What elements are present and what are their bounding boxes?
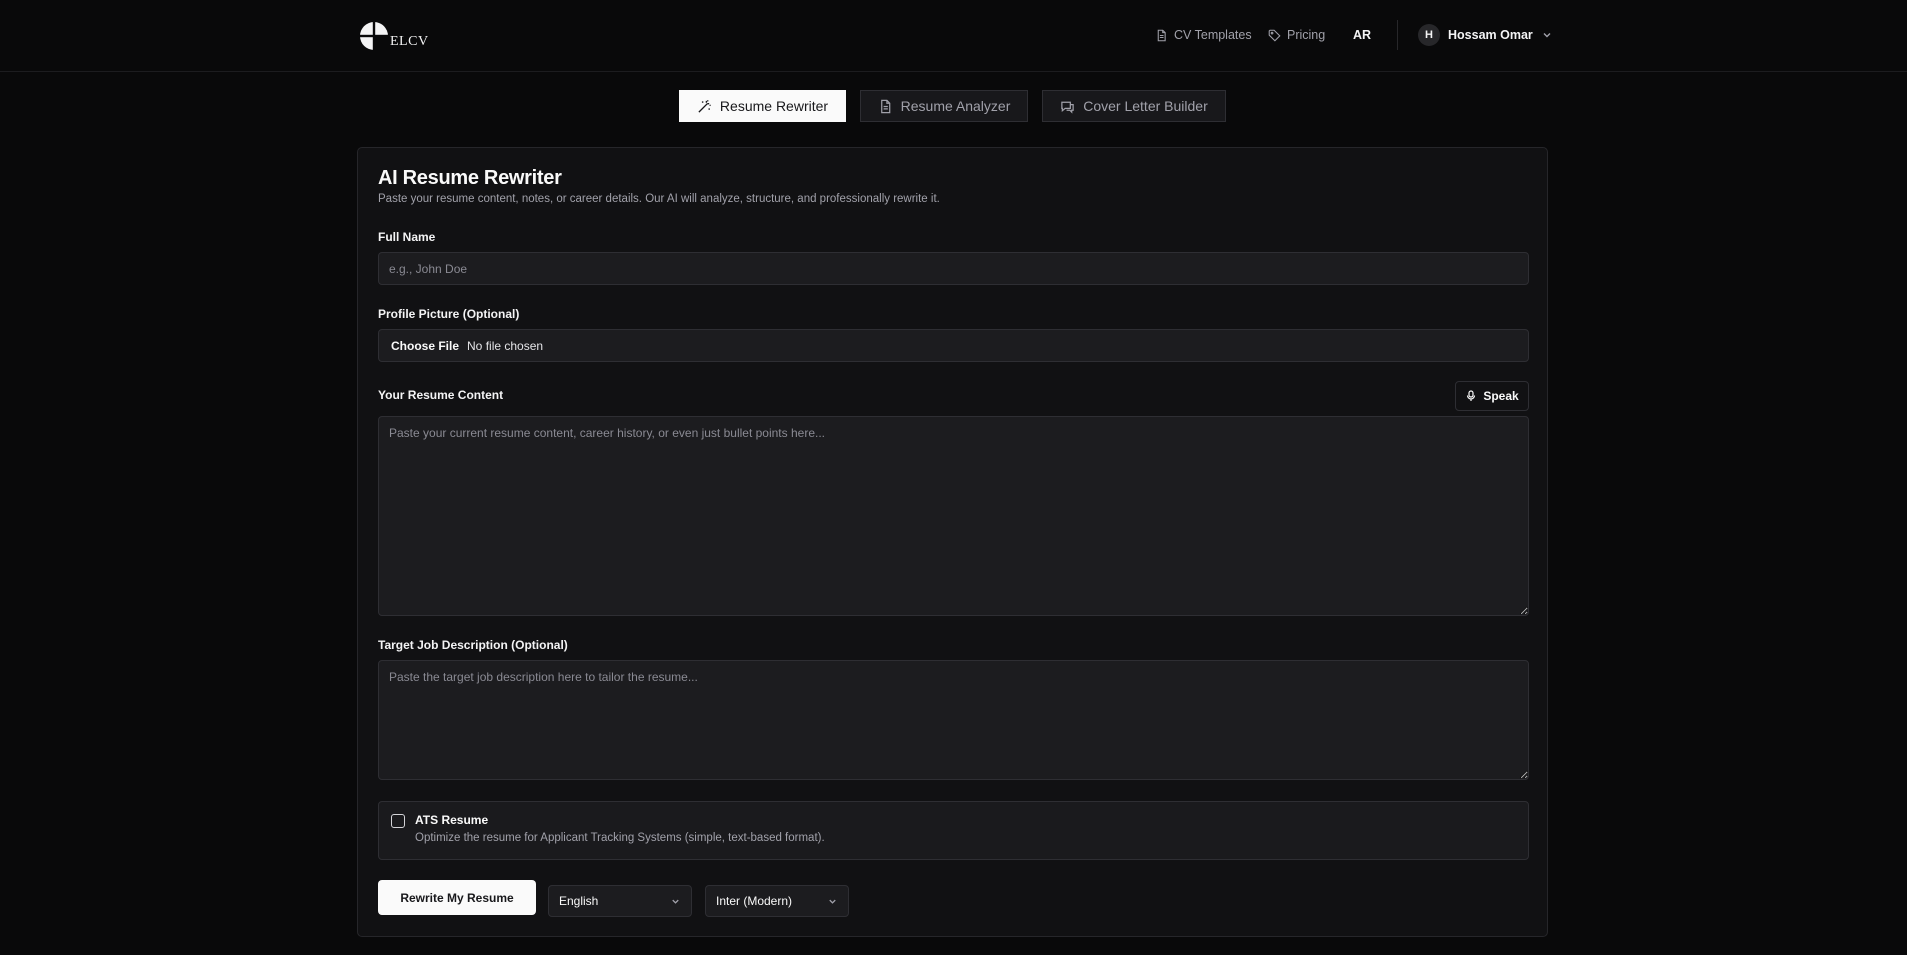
logo-text: ELCV bbox=[390, 34, 429, 49]
nav-pricing-label: Pricing bbox=[1287, 28, 1326, 42]
user-name: Hossam Omar bbox=[1448, 28, 1533, 42]
wand-icon bbox=[698, 99, 711, 113]
nav-divider bbox=[1397, 20, 1398, 50]
job-description-textarea[interactable] bbox=[378, 660, 1529, 780]
nav-cv-templates[interactable]: CV Templates bbox=[1155, 24, 1252, 46]
ats-description: Optimize the resume for Applicant Tracki… bbox=[415, 832, 825, 844]
tab-resume-analyzer[interactable]: Resume Analyzer bbox=[860, 90, 1028, 122]
page-subtitle: Paste your resume content, notes, or car… bbox=[378, 193, 940, 205]
tab-resume-analyzer-label: Resume Analyzer bbox=[900, 98, 1011, 114]
rewrite-resume-button[interactable]: Rewrite My Resume bbox=[378, 880, 536, 915]
font-select[interactable]: Inter (Modern) bbox=[705, 885, 849, 917]
document-icon bbox=[1157, 29, 1166, 41]
language-select-value: English bbox=[559, 894, 599, 908]
resume-content-textarea[interactable] bbox=[378, 416, 1529, 616]
chevron-down-icon bbox=[1543, 33, 1551, 38]
avatar: H bbox=[1418, 24, 1440, 46]
resume-rewriter-card: AI Resume Rewriter Paste your resume con… bbox=[357, 147, 1548, 937]
tab-cover-letter-builder[interactable]: Cover Letter Builder bbox=[1042, 90, 1226, 122]
logo-icon bbox=[359, 21, 389, 51]
full-name-input[interactable] bbox=[378, 252, 1529, 285]
logo[interactable]: ELCV bbox=[359, 19, 429, 51]
speak-button[interactable]: Speak bbox=[1455, 381, 1529, 411]
language-select[interactable]: English bbox=[548, 885, 692, 917]
ats-option[interactable]: ATS Resume Optimize the resume for Appli… bbox=[378, 801, 1529, 860]
tag-icon bbox=[1268, 29, 1281, 42]
page-title: AI Resume Rewriter bbox=[378, 167, 562, 189]
tab-resume-rewriter-label: Resume Rewriter bbox=[719, 98, 829, 114]
user-menu[interactable]: H Hossam Omar bbox=[1418, 24, 1553, 46]
tab-cover-letter-builder-label: Cover Letter Builder bbox=[1083, 98, 1208, 114]
choose-file-button[interactable]: Choose File bbox=[391, 339, 459, 353]
resume-content-label: Your Resume Content bbox=[378, 388, 504, 402]
nav-cv-templates-label: CV Templates bbox=[1174, 28, 1252, 42]
chevron-down-icon bbox=[829, 899, 836, 904]
speak-label: Speak bbox=[1483, 389, 1519, 403]
job-description-label: Target Job Description (Optional) bbox=[378, 638, 568, 652]
nav-pricing[interactable]: Pricing bbox=[1268, 24, 1325, 46]
ats-checkbox[interactable] bbox=[391, 814, 405, 828]
top-navbar: ELCV CV Templates Pricing AR H Hossam Om… bbox=[0, 0, 1907, 72]
file-status: No file chosen bbox=[467, 338, 544, 353]
profile-picture-label: Profile Picture (Optional) bbox=[378, 307, 520, 321]
microphone-icon bbox=[1467, 390, 1476, 401]
chevron-down-icon bbox=[672, 899, 679, 904]
tab-resume-rewriter[interactable]: Resume Rewriter bbox=[679, 90, 846, 122]
font-select-value: Inter (Modern) bbox=[716, 894, 793, 908]
document-icon bbox=[880, 99, 890, 113]
profile-picture-file-input[interactable]: Choose File No file chosen bbox=[378, 329, 1529, 362]
ats-title: ATS Resume bbox=[415, 813, 489, 827]
chat-icon bbox=[1061, 101, 1074, 114]
language-toggle[interactable]: AR bbox=[1353, 24, 1371, 46]
full-name-label: Full Name bbox=[378, 230, 436, 244]
